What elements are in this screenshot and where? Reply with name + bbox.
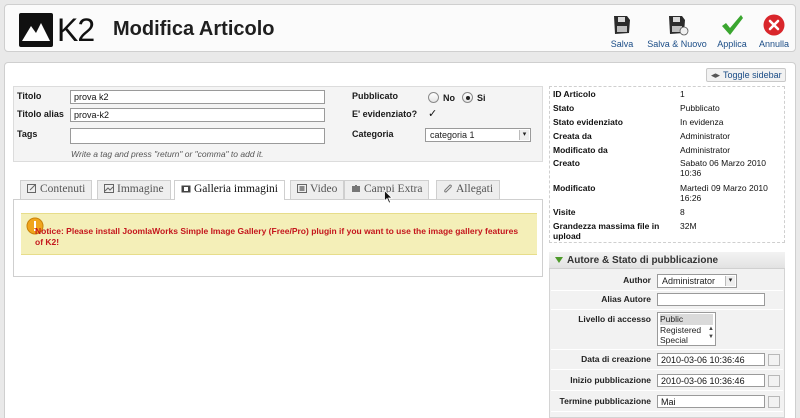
info-value: Sabato 06 Marzo 2010 10:36	[680, 158, 767, 178]
tab-contenuti[interactable]: Contenuti	[20, 180, 93, 199]
gallery-icon	[181, 185, 191, 193]
paperclip-icon	[444, 184, 452, 193]
apply-label: Applica	[717, 39, 747, 49]
info-value: In evidenza	[680, 117, 724, 127]
save-label: Salva	[610, 39, 634, 49]
tags-hint: Write a tag and press "return" or "comma…	[71, 149, 264, 159]
title-label: Titolo	[17, 91, 42, 101]
publish-down-label: Termine pubblicazione	[559, 396, 651, 406]
tab-allegati[interactable]: Allegati	[436, 180, 501, 199]
tab-label: Immagine	[117, 183, 164, 195]
tab-galleria-immagini[interactable]: Galleria immagini	[174, 180, 285, 200]
page-title: Modifica Articolo	[113, 18, 275, 40]
checkmark-icon	[722, 15, 743, 35]
info-label: Stato	[553, 103, 575, 113]
published-label: Pubblicato	[352, 91, 399, 101]
featured-checkbox[interactable]: ✓	[428, 109, 439, 120]
info-value: Martedì 09 Marzo 2010 16:26	[680, 183, 768, 203]
info-label: Stato evidenziato	[553, 117, 623, 127]
scroll-arrows-icon[interactable]: ▲ ▼	[708, 325, 714, 341]
chevron-down-icon: ▾	[519, 130, 529, 140]
category-label: Categoria	[352, 129, 394, 139]
tab-immagine[interactable]: Immagine	[97, 180, 171, 199]
author-alias-input[interactable]	[657, 293, 765, 306]
expand-triangle-icon	[555, 257, 563, 263]
category-select[interactable]: categoria 1 ▾	[425, 128, 531, 142]
info-label: Visite	[553, 207, 576, 217]
created-date-label: Data di creazione	[581, 354, 651, 364]
mouse-cursor-icon	[384, 190, 393, 204]
save-button[interactable]: Salva	[607, 13, 637, 51]
author-section-title: Autore & Stato di pubblicazione	[567, 255, 719, 266]
author-alias-label: Alias Autore	[601, 294, 651, 304]
tab-video[interactable]: Video	[290, 180, 345, 199]
tab-label: Allegati	[456, 183, 494, 195]
info-value: 8	[680, 207, 685, 217]
info-value: Administrator	[680, 131, 731, 141]
published-yes-label: Si	[477, 93, 486, 103]
save-and-new-button[interactable]: Salva & Nuovo	[645, 13, 709, 51]
document-edit-icon	[27, 184, 36, 193]
header-bar: K2 Modifica Articolo Salva Salva & Nuovo…	[4, 4, 796, 52]
tab-label: Contenuti	[40, 183, 86, 195]
title-input[interactable]: prova k2	[70, 90, 325, 104]
calendar-icon[interactable]	[768, 396, 780, 408]
close-icon	[763, 14, 785, 36]
k2-logo: K2	[19, 13, 101, 47]
calendar-icon[interactable]	[768, 375, 780, 387]
notice-message: Notice: Please install JoomlaWorks Simpl…	[35, 226, 519, 247]
info-label: Modificato da	[553, 145, 608, 155]
toggle-sidebar-label: Toggle sidebar	[723, 70, 782, 80]
author-section-header[interactable]: Autore & Stato di pubblicazione	[549, 252, 785, 269]
cancel-button[interactable]: Annulla	[755, 13, 793, 51]
apply-button[interactable]: Applica	[715, 13, 749, 51]
alias-input[interactable]: prova-k2	[70, 108, 325, 122]
access-level-label: Livello di accesso	[578, 314, 651, 324]
logo-text: K2	[57, 12, 95, 48]
access-option[interactable]: Special	[660, 335, 713, 346]
info-label: Grandezza massima file in upload	[553, 221, 660, 241]
mountain-logo-icon	[19, 13, 53, 47]
toggle-arrows-icon: ◂▸	[711, 70, 721, 80]
chevron-down-icon: ▾	[725, 276, 735, 286]
info-label: Creato	[553, 158, 580, 168]
video-icon	[297, 184, 307, 193]
tab-label: Video	[310, 183, 338, 195]
published-yes-radio[interactable]	[462, 92, 473, 103]
created-date-input[interactable]: 2010-03-06 10:36:46	[657, 353, 765, 366]
info-label: ID Articolo	[553, 89, 596, 99]
access-option[interactable]: Public	[660, 314, 713, 325]
info-label: Creata da	[553, 131, 592, 141]
info-value: 1	[680, 89, 685, 99]
category-selected-value: categoria 1	[430, 130, 475, 140]
publish-up-label: Inizio pubblicazione	[570, 375, 651, 385]
info-value: 32M	[680, 221, 697, 231]
published-no-label: No	[443, 93, 455, 103]
tags-label: Tags	[17, 129, 38, 139]
puzzle-icon	[352, 185, 360, 192]
published-no-radio[interactable]	[428, 92, 439, 103]
access-option[interactable]: Registered	[660, 325, 713, 336]
publish-up-input[interactable]: 2010-03-06 10:36:46	[657, 374, 765, 387]
calendar-icon[interactable]	[768, 354, 780, 366]
floppy-disk-new-icon	[669, 16, 689, 36]
info-value: Administrator	[680, 145, 731, 155]
toggle-sidebar-button[interactable]: ◂▸ Toggle sidebar	[706, 68, 786, 82]
publish-down-input[interactable]: Mai	[657, 395, 765, 408]
info-value: Pubblicato	[680, 103, 720, 113]
author-label: Author	[623, 275, 651, 285]
image-icon	[104, 184, 114, 193]
tags-input[interactable]	[70, 128, 325, 144]
author-selected-value: Administrator	[662, 276, 716, 286]
cancel-label: Annulla	[758, 39, 790, 49]
featured-label: E' evidenziato?	[352, 109, 418, 119]
tab-label: Galleria immagini	[194, 183, 278, 195]
author-select[interactable]: Administrator ▾	[657, 274, 737, 288]
floppy-disk-icon	[614, 16, 630, 34]
access-level-listbox[interactable]: Public Registered Special ▲ ▼	[657, 312, 716, 346]
info-label: Modificato	[553, 183, 596, 193]
alias-label: Titolo alias	[17, 109, 64, 119]
save-and-new-label: Salva & Nuovo	[647, 39, 707, 49]
